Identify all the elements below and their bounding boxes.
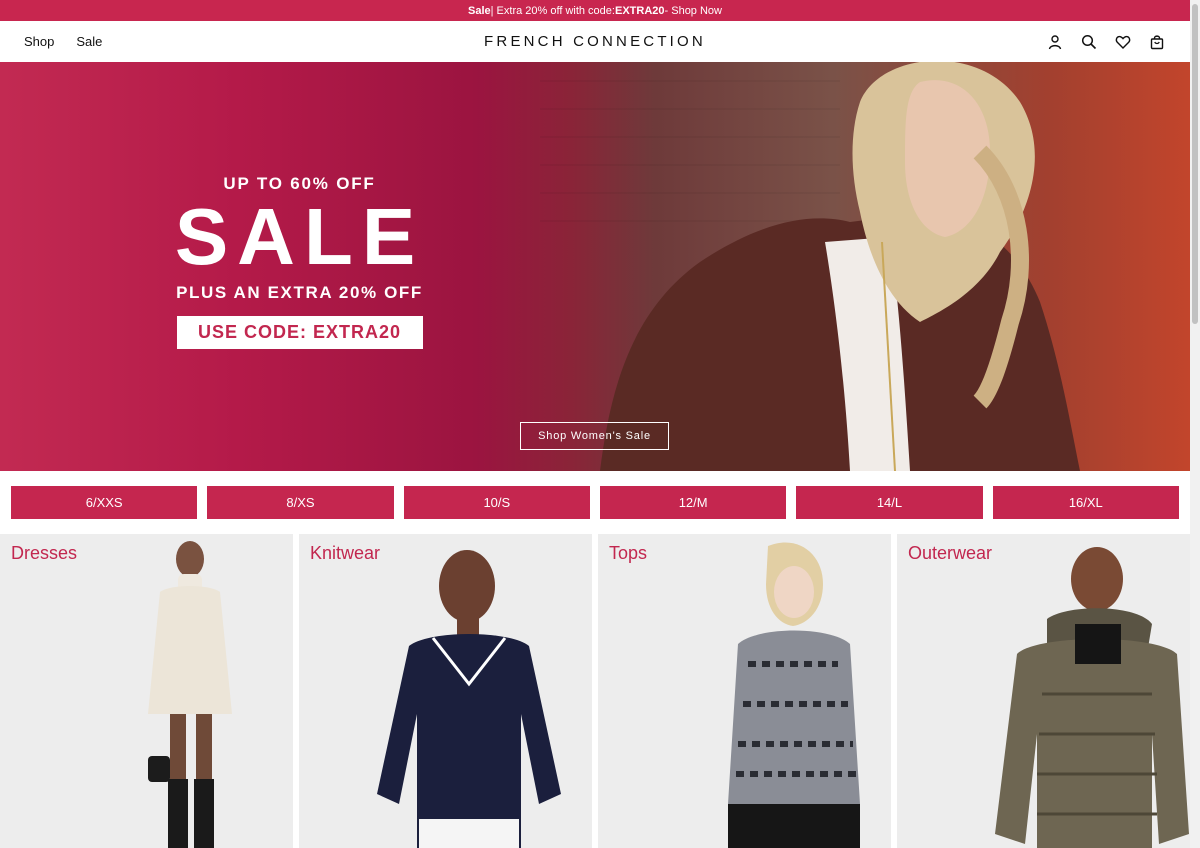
hero-text-block: UP TO 60% OFF SALE PLUS AN EXTRA 20% OFF… <box>172 174 427 349</box>
size-button-8-xs[interactable]: 8/XS <box>207 486 394 519</box>
hero-discount-line: UP TO 60% OFF <box>223 174 376 193</box>
category-tile-outerwear[interactable]: Outerwear <box>897 534 1190 848</box>
scrollbar-thumb[interactable] <box>1192 4 1198 324</box>
category-label: Dresses <box>11 543 78 563</box>
promo-text: | Extra 20% off with code: <box>490 4 615 17</box>
knitwear-model-image <box>377 550 561 848</box>
outerwear-model-image <box>995 547 1189 848</box>
category-tile-tops[interactable]: Tops <box>598 534 891 848</box>
hero-extra-line: PLUS AN EXTRA 20% OFF <box>176 283 423 302</box>
size-button-6-xxs[interactable]: 6/XXS <box>11 486 198 519</box>
category-tile-knitwear[interactable]: Knitwear <box>299 534 592 848</box>
size-button-16-xl[interactable]: 16/XL <box>992 486 1179 519</box>
header-actions <box>1046 21 1166 62</box>
nav-sale[interactable]: Sale <box>76 34 102 49</box>
hero-model-image <box>600 62 1080 471</box>
category-grid: Dresses Knitwear Tops Outerwear <box>0 534 1190 848</box>
size-button-14-l[interactable]: 14/L <box>796 486 983 519</box>
hero-banner[interactable]: UP TO 60% OFF SALE PLUS AN EXTRA 20% OFF… <box>0 62 1190 471</box>
size-filter-bar: 6/XXS 8/XS 10/S 12/M 14/L 16/XL <box>11 486 1179 519</box>
tops-model-image <box>728 542 860 848</box>
category-label: Knitwear <box>310 543 381 563</box>
main-nav: Shop Sale <box>24 21 102 62</box>
nav-shop[interactable]: Shop <box>24 34 54 49</box>
size-button-12-m[interactable]: 12/M <box>599 486 787 519</box>
category-tile-dresses[interactable]: Dresses <box>0 534 293 848</box>
promo-shop-now-link[interactable]: - Shop Now <box>665 5 722 17</box>
brand-logo[interactable]: FRENCH CONNECTION <box>0 21 1190 62</box>
page-scrollbar[interactable] <box>1190 0 1200 848</box>
size-button-10-s[interactable]: 10/S <box>403 486 590 519</box>
bag-icon[interactable] <box>1148 33 1166 51</box>
shop-womens-sale-button[interactable]: Shop Women's Sale <box>520 422 669 450</box>
promo-code: EXTRA20 <box>614 4 665 17</box>
search-icon[interactable] <box>1080 33 1098 51</box>
hero-headline: SALE <box>174 192 425 281</box>
site-header: FRENCH CONNECTION Shop Sale <box>0 21 1190 62</box>
wishlist-heart-icon[interactable] <box>1114 33 1132 51</box>
account-icon[interactable] <box>1046 33 1064 51</box>
category-label: Outerwear <box>908 543 993 563</box>
promo-sale-label: Sale <box>468 4 491 17</box>
category-label: Tops <box>609 543 648 563</box>
promo-banner[interactable]: Sale | Extra 20% off with code: EXTRA20 … <box>0 0 1190 21</box>
hero-code-box: USE CODE: EXTRA20 <box>176 316 423 349</box>
dresses-model-image <box>148 541 232 848</box>
